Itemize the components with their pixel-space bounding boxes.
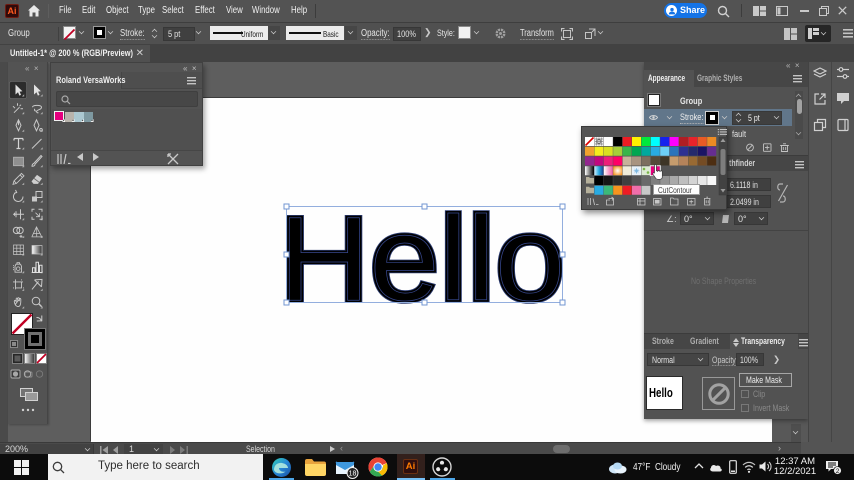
svg-text:18: 18 [349,471,357,478]
svg-text:2: 2 [836,468,840,475]
